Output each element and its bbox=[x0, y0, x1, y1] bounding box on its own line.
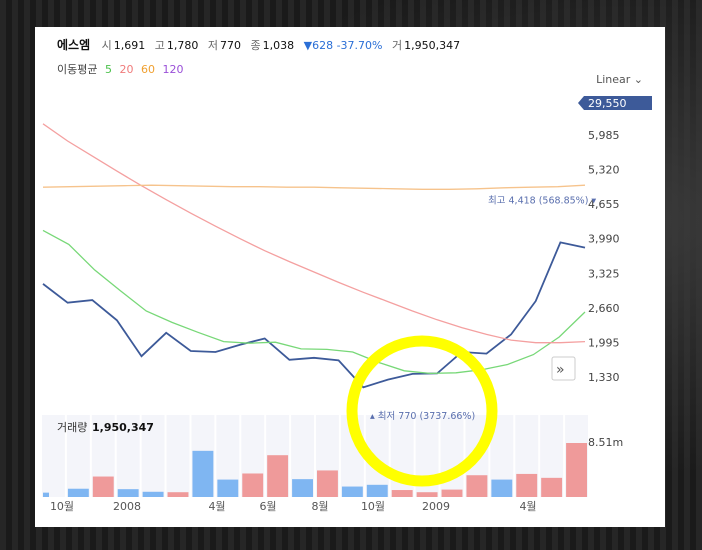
volume-column-bg bbox=[166, 415, 190, 497]
volume-bar bbox=[292, 479, 313, 497]
current-price-label: 29,550 bbox=[588, 97, 627, 110]
volume-bar bbox=[466, 475, 488, 497]
x-axis-label: 8월 bbox=[311, 500, 328, 513]
volume-bar bbox=[167, 492, 189, 497]
volume-bar bbox=[366, 484, 388, 497]
volume-bar bbox=[341, 486, 363, 497]
price-tick-label: 5,985 bbox=[588, 129, 620, 142]
high-marker-label: 최고 4,418 (568.85%) ▾ bbox=[488, 195, 596, 206]
x-axis-label: 4월 bbox=[519, 500, 536, 513]
volume-bar bbox=[217, 479, 239, 497]
volume-label: 거래량 bbox=[57, 421, 87, 434]
volume-column-bg bbox=[440, 415, 464, 497]
volume-bar bbox=[317, 470, 338, 497]
volume-bar bbox=[416, 492, 438, 497]
x-axis-label: 2008 bbox=[113, 500, 141, 513]
chart-svg: 5,9855,3204,6553,9903,3252,6601,9951,330… bbox=[42, 96, 652, 513]
volume-bar bbox=[566, 443, 587, 497]
price-tick-label: 1,995 bbox=[588, 336, 620, 349]
volume-bar bbox=[516, 473, 538, 497]
volume-bar bbox=[117, 489, 139, 497]
volume-bar bbox=[67, 488, 89, 497]
x-axis-label: 2009 bbox=[422, 500, 450, 513]
low-marker-label: ▴ 최저 770 (3737.66%) bbox=[370, 411, 475, 422]
volume-bar bbox=[491, 479, 513, 497]
price-tick-label: 5,320 bbox=[588, 164, 620, 177]
x-axis-label: 4월 bbox=[208, 500, 225, 513]
volume-bar bbox=[267, 455, 289, 497]
volume-bar bbox=[242, 473, 264, 497]
volume-bar bbox=[192, 450, 214, 497]
volume-bar bbox=[391, 490, 413, 497]
volume-bar bbox=[142, 491, 164, 497]
price-tick-label: 1,330 bbox=[588, 371, 620, 384]
price-tick-label: 3,990 bbox=[588, 233, 620, 246]
double-chevron-right-icon: » bbox=[556, 362, 565, 378]
price-tick-label: 3,325 bbox=[588, 267, 620, 280]
volume-value: 1,950,347 bbox=[92, 421, 154, 434]
volume-axis-label: 8.51m bbox=[588, 436, 623, 449]
volume-bar bbox=[92, 476, 114, 497]
x-axis-label: 10월 bbox=[50, 500, 74, 513]
volume-bar bbox=[43, 492, 49, 497]
ma5-line bbox=[42, 229, 586, 375]
volume-bar bbox=[441, 489, 463, 497]
ma60-line bbox=[42, 184, 586, 190]
ma20-line bbox=[42, 123, 586, 344]
price-tick-label: 2,660 bbox=[588, 302, 620, 315]
volume-bar bbox=[541, 477, 563, 497]
x-axis-label: 6월 bbox=[259, 500, 276, 513]
x-axis-label: 10월 bbox=[361, 500, 385, 513]
